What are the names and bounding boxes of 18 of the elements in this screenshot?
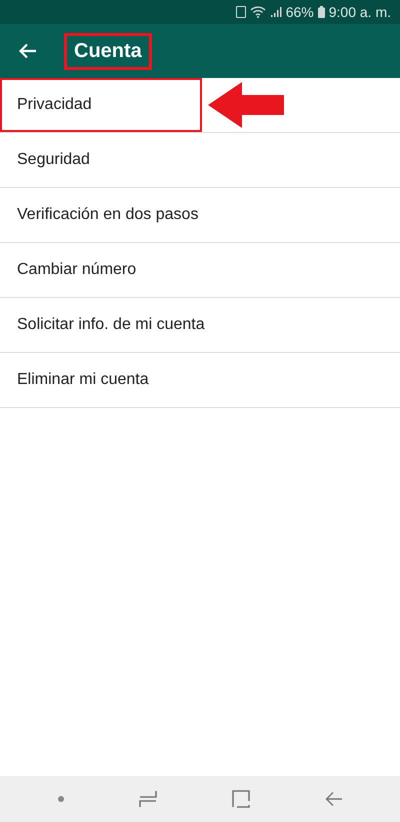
home-icon[interactable] <box>232 790 250 808</box>
clock: 9:00 a. m. <box>328 4 391 20</box>
back-icon[interactable] <box>324 791 342 807</box>
screen-title: Cuenta <box>64 32 152 70</box>
recents-icon[interactable] <box>138 790 156 808</box>
back-arrow-icon[interactable] <box>19 43 37 59</box>
menu-item[interactable]: Privacidad <box>0 78 202 132</box>
battery-percent: 66% <box>286 4 314 20</box>
menu-item[interactable]: Seguridad <box>0 133 107 187</box>
menu-item[interactable]: Solicitar info. de mi cuenta <box>0 298 222 352</box>
battery-icon <box>318 6 325 18</box>
pointer-arrow-icon <box>208 82 284 128</box>
signal-icon <box>270 6 282 18</box>
menu-item[interactable]: Eliminar mi cuenta <box>0 353 166 407</box>
dot-icon <box>58 796 64 802</box>
menu-item[interactable]: Verificación en dos pasos <box>0 188 216 242</box>
wifi-icon <box>250 6 266 18</box>
menu-item[interactable]: Cambiar número <box>0 243 154 297</box>
